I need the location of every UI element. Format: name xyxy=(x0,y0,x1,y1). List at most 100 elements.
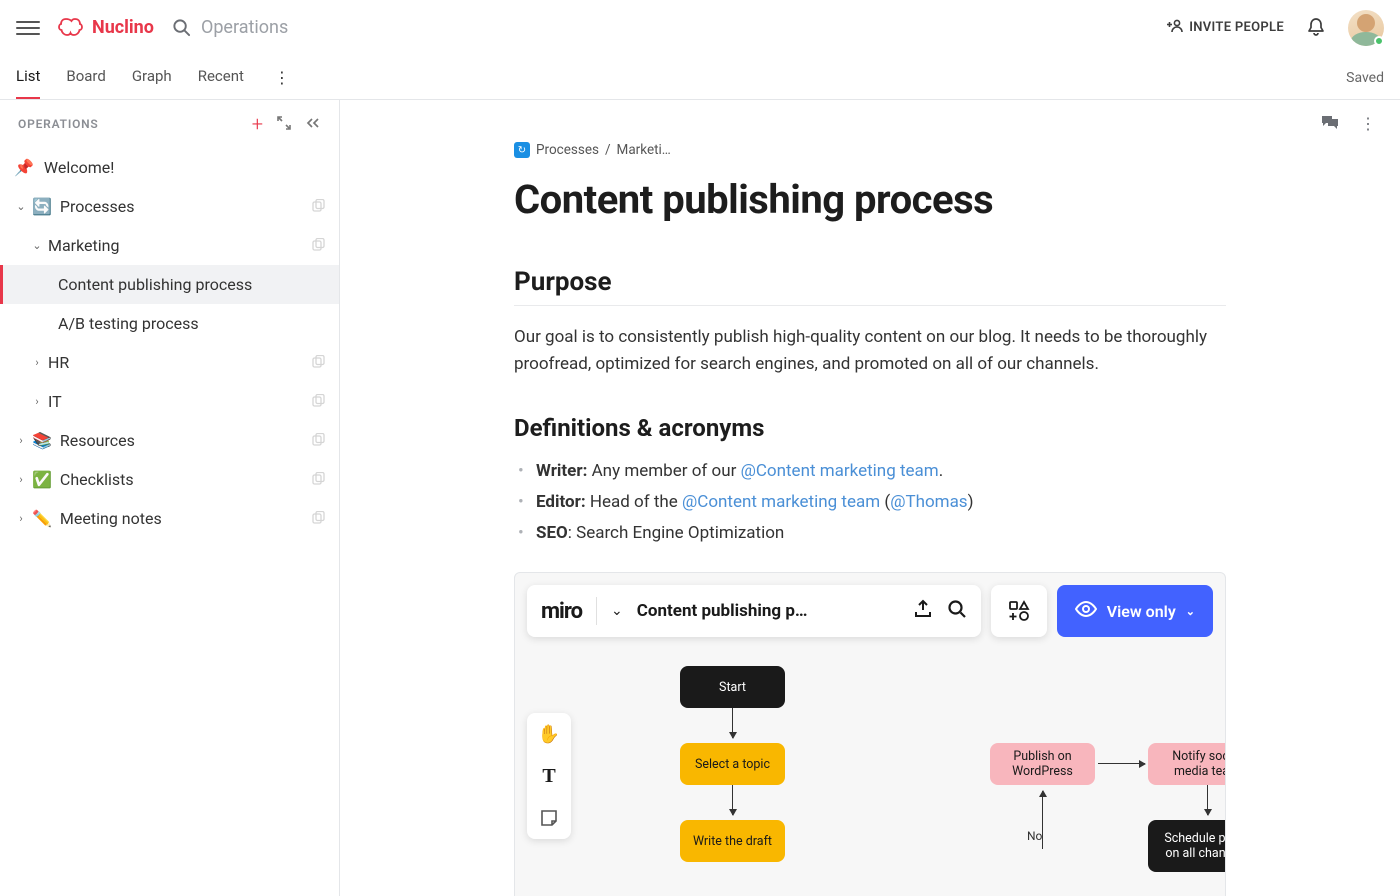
tree-label: Marketing xyxy=(48,236,119,255)
mention[interactable]: @Content marketing team xyxy=(741,461,939,481)
invite-icon xyxy=(1167,19,1183,37)
miro-board-title[interactable]: Content publishing p… xyxy=(637,601,899,621)
list-item[interactable]: Writer: Any member of our @Content marke… xyxy=(514,456,1226,487)
avatar[interactable] xyxy=(1348,10,1384,46)
copy-icon xyxy=(312,236,325,255)
page-title[interactable]: Content publishing process xyxy=(514,176,1226,223)
comments-icon[interactable] xyxy=(1320,114,1340,136)
tree-item-marketing[interactable]: ⌄ Marketing xyxy=(0,226,339,265)
arrow xyxy=(732,708,733,738)
tab-more-icon[interactable]: ⋮ xyxy=(270,68,294,87)
miro-dropdown-icon[interactable]: ⌄ xyxy=(611,603,623,619)
tree-label: Welcome! xyxy=(44,158,114,177)
eye-icon xyxy=(1075,601,1097,621)
tree-label: Meeting notes xyxy=(60,509,162,528)
tab-graph[interactable]: Graph xyxy=(132,57,172,99)
copy-icon xyxy=(312,392,325,411)
tree-item-meeting-notes[interactable]: › ✏️ Meeting notes xyxy=(0,499,339,538)
view-label: View only xyxy=(1107,602,1176,621)
tree-item-ab-testing[interactable]: A/B testing process xyxy=(0,304,339,343)
logo[interactable]: Nuclino xyxy=(58,17,154,39)
copy-icon xyxy=(312,470,325,489)
tree: 📌 Welcome! ⌄ 🔄 Processes ⌄ Marketing Con… xyxy=(0,142,339,558)
chevron-right-icon: › xyxy=(30,395,44,408)
tree-label: Checklists xyxy=(60,470,134,489)
search-icon xyxy=(172,18,191,37)
status-indicator xyxy=(1374,36,1384,46)
invite-people-button[interactable]: INVITE PEOPLE xyxy=(1167,19,1284,37)
expand-icon[interactable] xyxy=(277,115,291,134)
flow-node-start: Start xyxy=(680,666,785,708)
collapse-icon[interactable] xyxy=(305,115,321,134)
note-tool[interactable] xyxy=(527,797,571,839)
flow-node-notify: Notify social media team xyxy=(1148,743,1226,785)
list-item[interactable]: Editor: Head of the @Content marketing t… xyxy=(514,487,1226,518)
flow-node-draft: Write the draft xyxy=(680,820,785,862)
search-icon[interactable] xyxy=(947,599,967,623)
saved-status: Saved xyxy=(1346,70,1384,86)
topbar-right: INVITE PEOPLE xyxy=(1167,10,1384,46)
menu-icon[interactable] xyxy=(16,16,40,40)
arrow xyxy=(1098,763,1145,764)
check-icon: ✅ xyxy=(32,470,52,489)
tab-board[interactable]: Board xyxy=(66,57,105,99)
list-item[interactable]: SEO: Search Engine Optimization xyxy=(514,518,1226,549)
tree-item-processes[interactable]: ⌄ 🔄 Processes xyxy=(0,187,339,226)
view-tabs: List Board Graph Recent ⋮ xyxy=(16,57,294,99)
tree-label: Resources xyxy=(60,431,135,450)
mention[interactable]: @Thomas xyxy=(890,492,967,512)
chevron-right-icon: › xyxy=(14,434,28,447)
sidebar: OPERATIONS + 📌 Welcome! ⌄ 🔄 Processes ⌄ … xyxy=(0,100,340,896)
miro-logo[interactable]: miro xyxy=(541,599,582,624)
tree-item-it[interactable]: › IT xyxy=(0,382,339,421)
breadcrumb-item[interactable]: Marketi… xyxy=(617,142,671,158)
export-icon[interactable] xyxy=(913,599,933,623)
tree-item-checklists[interactable]: › ✅ Checklists xyxy=(0,460,339,499)
books-icon: 📚 xyxy=(32,431,52,450)
tab-recent[interactable]: Recent xyxy=(198,57,244,99)
hand-tool[interactable]: ✋ xyxy=(527,713,571,755)
flow-node-schedule: Schedule posts on all channels xyxy=(1148,820,1226,872)
pencil-icon: ✏️ xyxy=(32,509,52,528)
recycle-icon: 🔄 xyxy=(32,197,52,216)
invite-label: INVITE PEOPLE xyxy=(1189,20,1284,35)
miro-shapes-button[interactable] xyxy=(991,585,1047,637)
miro-title-bar: miro ⌄ Content publishing p… xyxy=(527,585,981,637)
pin-icon: 📌 xyxy=(14,158,34,177)
chevron-right-icon: › xyxy=(30,356,44,369)
content-area: ⋮ ↻ Processes / Marketi… Content publish… xyxy=(340,100,1400,896)
chevron-down-icon: ⌄ xyxy=(1186,605,1195,618)
chevron-down-icon: ⌄ xyxy=(30,239,44,252)
miro-toolbar: miro ⌄ Content publishing p… View only ⌄ xyxy=(527,585,1213,637)
breadcrumb[interactable]: ↻ Processes / Marketi… xyxy=(514,142,1226,158)
bell-icon[interactable] xyxy=(1306,17,1326,39)
mention[interactable]: @Content marketing team xyxy=(682,492,880,512)
tree-label: IT xyxy=(48,392,62,411)
tree-item-welcome[interactable]: 📌 Welcome! xyxy=(0,148,339,187)
tree-label: Content publishing process xyxy=(58,275,252,294)
purpose-text[interactable]: Our goal is to consistently publish high… xyxy=(514,324,1226,378)
flowchart: Start Select a topic Write the draft Pub… xyxy=(595,661,1213,896)
search-placeholder: Operations xyxy=(201,17,288,38)
arrow xyxy=(1207,785,1208,815)
copy-icon xyxy=(312,353,325,372)
copy-icon xyxy=(312,197,325,216)
heading-definitions[interactable]: Definitions & acronyms xyxy=(514,414,1226,442)
heading-purpose[interactable]: Purpose xyxy=(514,267,1226,306)
tree-item-hr[interactable]: › HR xyxy=(0,343,339,382)
miro-view-button[interactable]: View only ⌄ xyxy=(1057,585,1213,637)
search[interactable]: Operations xyxy=(172,17,1167,38)
miro-embed: miro ⌄ Content publishing p… View only ⌄ xyxy=(514,572,1226,896)
copy-icon xyxy=(312,509,325,528)
chevron-right-icon: › xyxy=(14,512,28,525)
arrow xyxy=(732,785,733,815)
text-tool[interactable]: T xyxy=(527,755,571,797)
logo-text: Nuclino xyxy=(92,17,154,38)
tab-list[interactable]: List xyxy=(16,57,40,99)
tree-item-resources[interactable]: › 📚 Resources xyxy=(0,421,339,460)
definitions-list: Writer: Any member of our @Content marke… xyxy=(514,456,1226,548)
tree-item-content-publishing[interactable]: Content publishing process xyxy=(0,265,339,304)
doc-more-icon[interactable]: ⋮ xyxy=(1360,114,1376,136)
breadcrumb-item[interactable]: Processes xyxy=(536,142,599,158)
add-icon[interactable]: + xyxy=(252,114,263,134)
